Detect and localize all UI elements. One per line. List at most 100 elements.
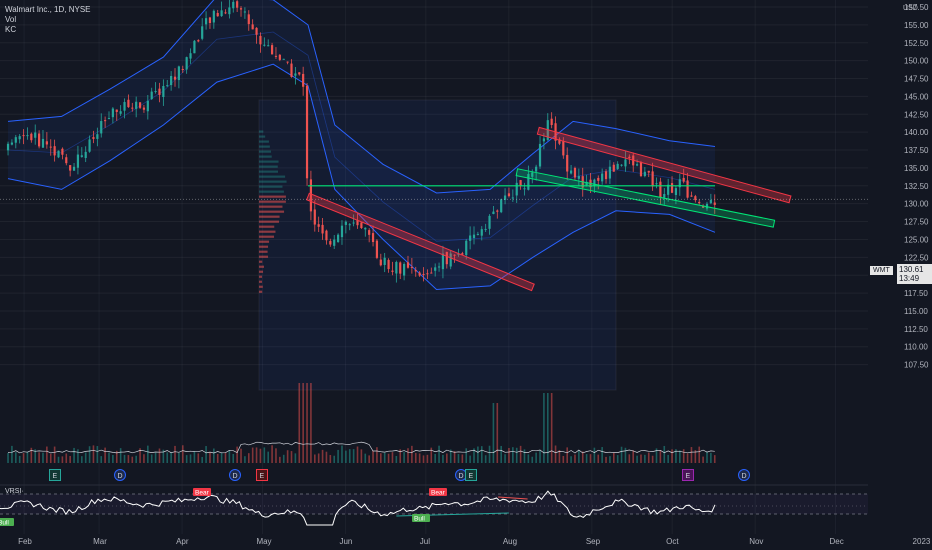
volume-bar xyxy=(407,448,409,463)
volume-bar xyxy=(271,445,273,463)
volume-bar xyxy=(197,453,200,463)
profile-bar xyxy=(259,255,269,258)
candle-body xyxy=(379,259,382,266)
price-tick: 137.50 xyxy=(904,146,929,155)
time-tick: Oct xyxy=(666,537,679,546)
price-tick: 147.50 xyxy=(904,75,929,84)
volume-bar xyxy=(15,452,17,463)
profile-bar xyxy=(259,185,283,188)
volume-bar xyxy=(597,454,600,463)
candle-body xyxy=(259,35,262,45)
volume-bar xyxy=(306,383,308,463)
candle-body xyxy=(138,102,142,108)
volume-bar xyxy=(372,450,374,463)
candle-body xyxy=(651,171,654,187)
volume-indicator-label[interactable]: Vol xyxy=(5,15,91,25)
candle-body xyxy=(146,100,149,112)
volume-bar xyxy=(38,452,40,463)
candle-body xyxy=(61,148,64,155)
volume-bar xyxy=(286,450,289,463)
price-tick: 107.50 xyxy=(904,361,929,370)
volume-bar xyxy=(325,451,328,463)
candle-body xyxy=(45,141,48,145)
candle-body xyxy=(566,154,569,172)
event-marker-letter: E xyxy=(53,473,58,480)
volume-bar xyxy=(81,456,83,463)
volume-bar xyxy=(585,454,588,463)
candle-body xyxy=(197,40,200,42)
volume-bar xyxy=(49,453,52,463)
volume-bar xyxy=(170,452,172,463)
volume-bar xyxy=(578,450,580,463)
event-marker-letter: D xyxy=(742,473,747,480)
event-marker-letter: E xyxy=(469,473,474,480)
volume-bar xyxy=(123,454,126,463)
event-marker-letter: E xyxy=(260,473,265,480)
volume-bar xyxy=(205,446,207,463)
candle-body xyxy=(204,18,208,25)
candle-body xyxy=(65,157,68,164)
profile-bar xyxy=(259,160,279,163)
candle-body xyxy=(181,68,184,70)
candle-body xyxy=(228,7,231,15)
volume-bar xyxy=(659,450,662,463)
volume-bar xyxy=(143,454,145,463)
profile-bar xyxy=(259,165,278,168)
candle-body xyxy=(37,133,41,147)
candle-body xyxy=(344,221,347,225)
rsi-label[interactable]: VRSI· xyxy=(5,488,24,495)
candle-body xyxy=(104,120,107,122)
volume-bar xyxy=(601,447,603,463)
profile-bar xyxy=(259,265,265,268)
volume-bar xyxy=(224,453,227,463)
volume-bar xyxy=(574,454,576,463)
time-tick: Jun xyxy=(339,537,352,546)
symbol-title[interactable]: Walmart Inc., 1D, NYSE xyxy=(5,5,91,15)
profile-bar xyxy=(259,195,286,198)
candle-body xyxy=(476,233,479,235)
candle-body xyxy=(395,261,398,274)
time-tick: Sep xyxy=(586,537,601,546)
volume-bar xyxy=(244,456,246,463)
volume-bar xyxy=(42,452,44,463)
keltner-indicator-label[interactable]: KC xyxy=(5,25,91,35)
volume-bar xyxy=(100,456,103,463)
candle-body xyxy=(414,270,417,272)
time-tick: 2023 xyxy=(913,537,931,546)
candle-body xyxy=(298,72,301,75)
time-tick: Dec xyxy=(830,537,844,546)
candle-body xyxy=(239,8,243,10)
currency-label: USD xyxy=(903,5,918,12)
candle-body xyxy=(371,233,375,243)
volume-bar xyxy=(69,455,71,463)
profile-bar xyxy=(259,250,268,253)
volume-bar xyxy=(18,455,21,463)
volume-bar xyxy=(671,449,673,463)
candle-body xyxy=(511,197,514,199)
volume-bar xyxy=(267,451,270,463)
volume-bar xyxy=(216,453,219,463)
profile-bar xyxy=(259,190,284,193)
candle-body xyxy=(232,1,235,9)
candle-body xyxy=(142,107,146,110)
volume-bar xyxy=(61,456,64,463)
volume-bar xyxy=(364,453,367,463)
volume-bar xyxy=(484,455,487,463)
profile-bar xyxy=(259,280,262,283)
candle-body xyxy=(278,54,281,60)
volume-bar xyxy=(321,449,324,463)
candle-body xyxy=(406,262,410,268)
volume-bar xyxy=(647,452,650,463)
candle-body xyxy=(236,1,239,8)
candle-body xyxy=(14,137,17,143)
candle-body xyxy=(686,180,689,198)
candle-body xyxy=(158,88,161,95)
chart-canvas[interactable]: EDDEDEED 80.0040.00BearBearBullBull 157.… xyxy=(0,0,932,550)
candle-body xyxy=(643,171,646,177)
volume-bar xyxy=(515,447,518,463)
volume-bar xyxy=(209,452,211,463)
volume-bar xyxy=(504,454,506,463)
profile-bar xyxy=(259,275,262,278)
profile-bar xyxy=(259,240,270,243)
candle-body xyxy=(80,155,83,157)
